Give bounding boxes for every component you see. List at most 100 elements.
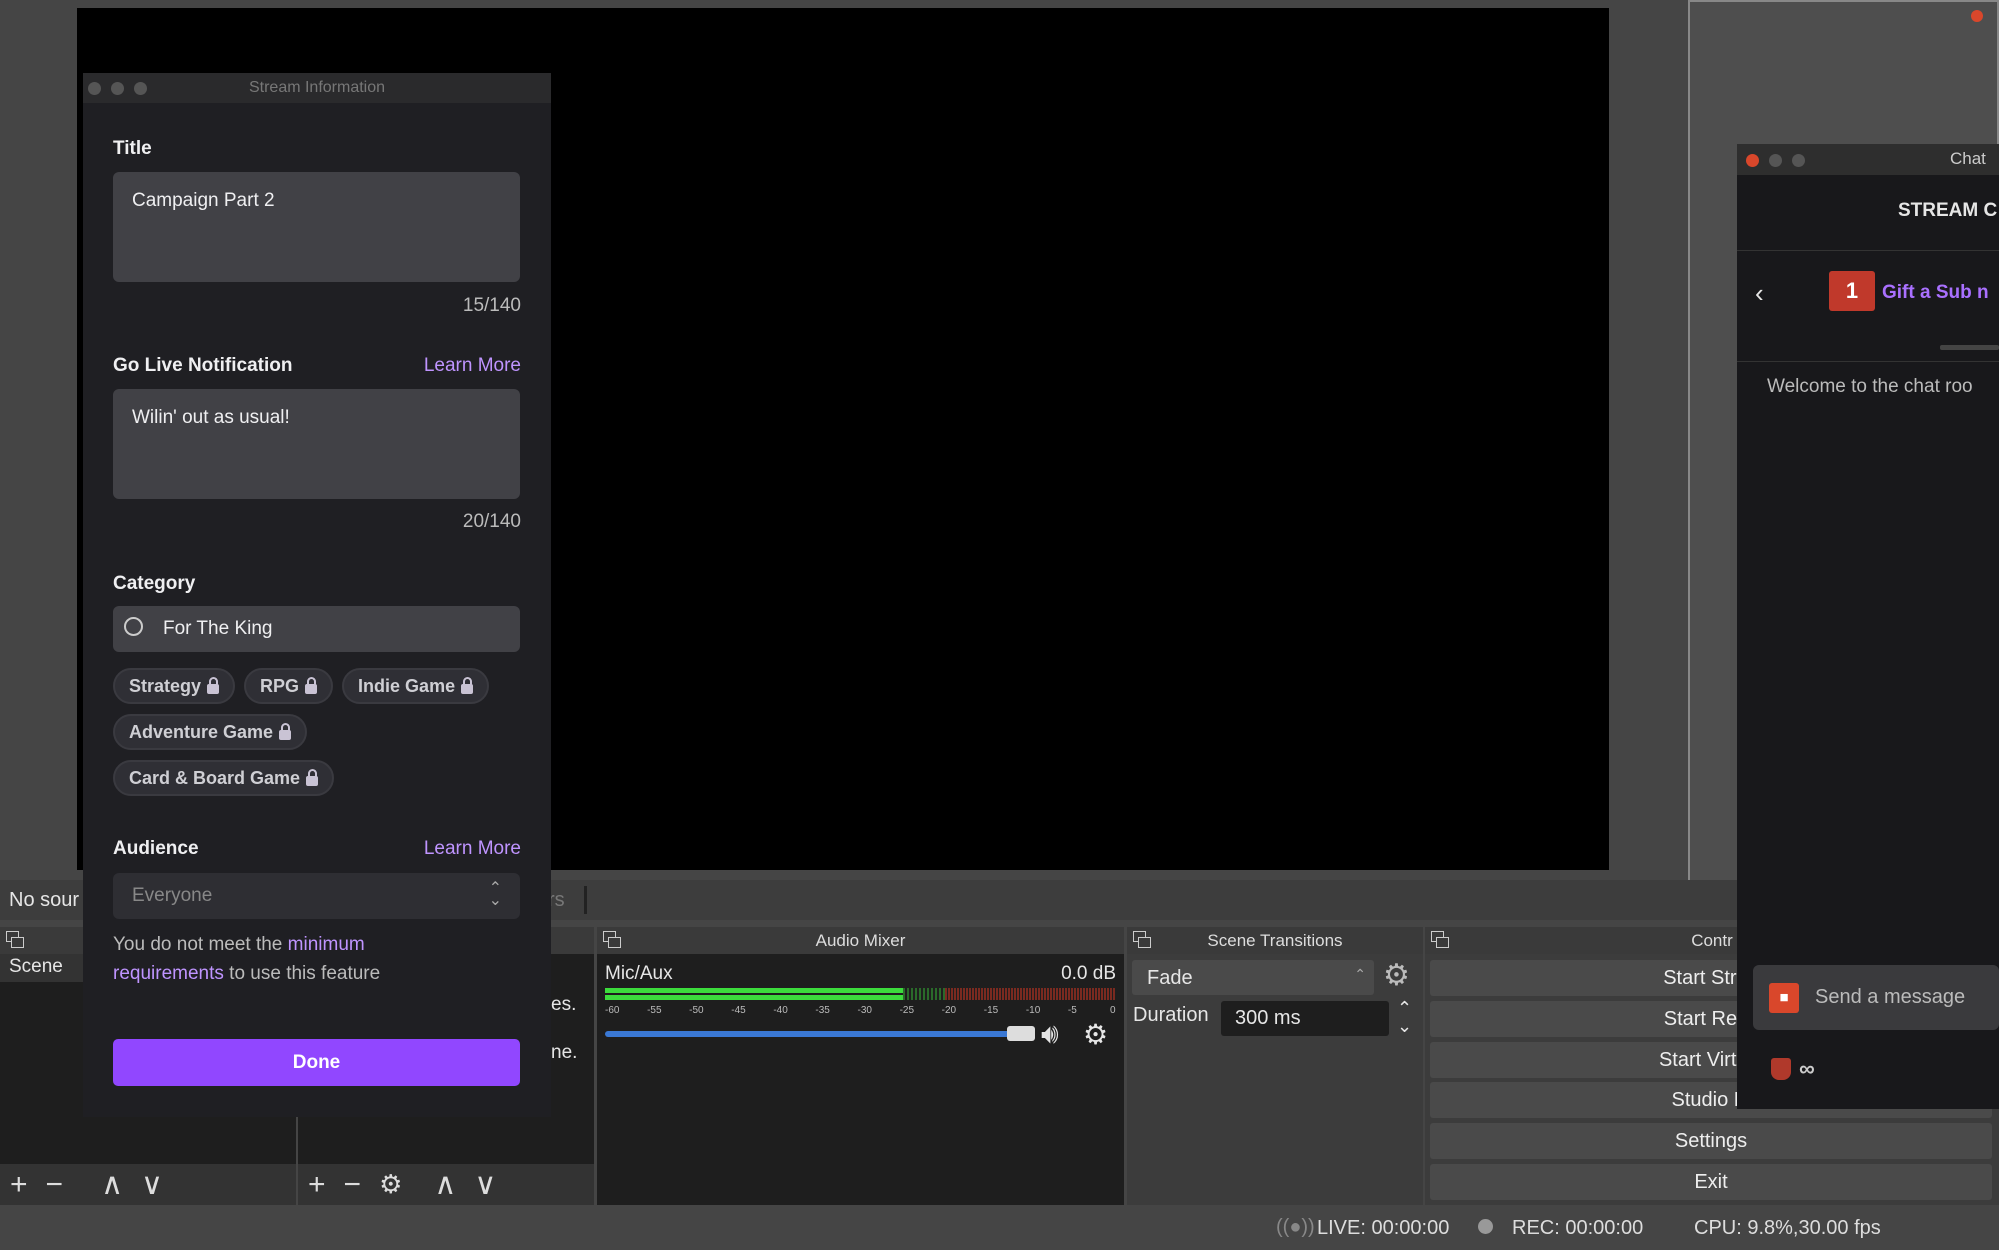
minimize-icon[interactable] xyxy=(1769,154,1782,167)
broadcast-icon: ((●)) xyxy=(1276,1216,1315,1238)
close-dot-icon[interactable] xyxy=(1971,10,1983,22)
gear-icon[interactable]: ⚙ xyxy=(1383,958,1410,993)
notification-input[interactable]: Wilin' out as usual! xyxy=(113,389,520,499)
lock-icon xyxy=(305,676,318,694)
video-camera-icon: ■ xyxy=(1769,983,1799,1013)
tag[interactable]: Adventure Game xyxy=(113,714,308,750)
bits-count: ∞ xyxy=(1799,1056,1815,1081)
move-up-icon[interactable]: ∧ xyxy=(101,1167,123,1202)
speaker-icon[interactable]: 🔊︎ xyxy=(1041,1018,1059,1051)
carousel-scrollbar[interactable] xyxy=(1940,345,1999,350)
tag[interactable]: Indie Game xyxy=(342,668,490,704)
tag-label: RPG xyxy=(260,676,300,696)
sources-hint-text: ne. xyxy=(551,1042,578,1063)
cpu-fps: CPU: 9.8%,30.00 fps xyxy=(1694,1217,1881,1239)
category-label: Category xyxy=(113,573,196,594)
volume-meter xyxy=(605,988,1115,1001)
tag[interactable]: Strategy xyxy=(113,668,236,704)
dialog-title: Stream Information xyxy=(248,79,386,96)
sources-hint-text: es. xyxy=(551,994,577,1015)
message-text: You do not meet the xyxy=(113,934,288,955)
no-source-label: No sour xyxy=(9,889,80,911)
minimize-icon[interactable] xyxy=(111,82,124,95)
settings-button[interactable]: Settings xyxy=(1430,1123,1992,1159)
transition-value: Fade xyxy=(1147,967,1193,989)
undock-icon[interactable] xyxy=(1133,931,1151,949)
category-search-input[interactable]: For The King xyxy=(113,606,520,652)
dock-title: Contr xyxy=(1691,931,1733,950)
sources-toolbar: + − ⚙ ∧ ∨ xyxy=(298,1164,594,1205)
minimum-requirements-link[interactable]: requirements xyxy=(113,963,224,984)
audio-mixer-panel: Mic/Aux 0.0 dB -60 -55 -50 -45 -40 -35 -30 -25-… xyxy=(597,954,1124,1205)
meter-scale-tick: -30 xyxy=(857,1005,872,1016)
live-timer: LIVE: 00:00:00 xyxy=(1317,1217,1450,1239)
meter-scale-tick: -10 xyxy=(1025,1005,1041,1016)
status-bar: ((●)) LIVE: 00:00:00 REC: 00:00:00 CPU: … xyxy=(0,1205,1999,1250)
move-up-icon[interactable]: ∧ xyxy=(434,1167,456,1202)
add-icon[interactable]: + xyxy=(308,1168,326,1202)
minimum-requirements-link[interactable]: minimum xyxy=(288,934,365,955)
meter-scale-tick: -5 xyxy=(1067,1005,1077,1016)
divider xyxy=(1737,250,1999,251)
meter-scale-tick: -15 xyxy=(983,1005,999,1016)
title-input[interactable]: Campaign Part 2 xyxy=(113,172,520,282)
learn-more-link[interactable]: Learn More xyxy=(424,838,521,860)
gear-icon[interactable]: ⚙ xyxy=(379,1169,402,1200)
chat-window-title: Chat xyxy=(1950,149,1986,168)
updown-chevron-icon: ⌃ xyxy=(1354,966,1366,982)
chat-input[interactable]: ■ Send a message xyxy=(1753,965,1999,1030)
chevron-down-icon[interactable]: ⌄ xyxy=(1397,1016,1412,1037)
dialog-titlebar: Stream Information xyxy=(83,73,551,103)
tag-label: Card & Board Game xyxy=(129,768,301,788)
tag[interactable]: Card & Board Game xyxy=(113,760,335,796)
search-icon xyxy=(124,617,143,636)
updown-chevron-icon: ⌃ ⌄ xyxy=(488,880,502,909)
tag-label: Strategy xyxy=(129,676,202,696)
channel-name: Mic/Aux xyxy=(605,963,673,984)
dock-title: Audio Mixer xyxy=(815,931,906,950)
audience-select[interactable]: Everyone ⌃ ⌄ xyxy=(113,873,520,919)
chat-header: STREAM C xyxy=(1898,200,1998,221)
notification-char-count: 20/140 xyxy=(462,511,521,532)
dock-title: Scene Transitions xyxy=(1207,931,1343,950)
meter-scale-tick: -40 xyxy=(773,1005,788,1016)
meter-scale-tick: 0 xyxy=(1110,1005,1116,1016)
close-icon[interactable] xyxy=(88,82,101,95)
meter-scale: -60 -55 -50 -45 -40 -35 -30 -25 -20 -15 -10 -5 0 xyxy=(605,1003,1116,1019)
exit-button[interactable]: Exit xyxy=(1430,1164,1992,1200)
volume-slider[interactable] xyxy=(605,1031,1025,1037)
bits-icon[interactable] xyxy=(1771,1058,1791,1080)
duration-input[interactable]: 300 ms xyxy=(1221,1001,1389,1036)
add-icon[interactable]: + xyxy=(10,1168,28,1202)
transition-select[interactable]: Fade ⌃ xyxy=(1132,960,1374,995)
divider xyxy=(584,886,587,914)
audio-mixer-header: Audio Mixer xyxy=(597,927,1124,954)
scene-transitions-header: Scene Transitions xyxy=(1127,927,1423,954)
tag-label: Indie Game xyxy=(358,676,456,696)
rec-timer: REC: 00:00:00 xyxy=(1512,1217,1644,1239)
tag[interactable]: RPG xyxy=(244,668,334,704)
close-icon[interactable] xyxy=(1746,154,1759,167)
learn-more-link[interactable]: Learn More xyxy=(424,355,521,377)
remove-icon[interactable]: − xyxy=(344,1168,362,1202)
volume-slider-handle[interactable] xyxy=(1007,1026,1035,1041)
gift-sub-link[interactable]: Gift a Sub n xyxy=(1882,282,1989,304)
maximize-icon[interactable] xyxy=(1792,154,1805,167)
meter-scale-tick: -25 xyxy=(899,1005,915,1016)
move-down-icon[interactable]: ∨ xyxy=(474,1167,496,1202)
done-button[interactable]: Done xyxy=(113,1039,520,1086)
gift-icon: 1 xyxy=(1829,271,1875,311)
meter-scale-tick: -45 xyxy=(731,1005,746,1016)
gear-icon[interactable]: ⚙ xyxy=(1083,1018,1108,1051)
undock-icon[interactable] xyxy=(603,931,621,949)
remove-icon[interactable]: − xyxy=(46,1168,64,1202)
meter-scale-tick: -50 xyxy=(689,1005,704,1016)
chevron-left-icon[interactable]: ‹ xyxy=(1755,278,1764,309)
undock-icon[interactable] xyxy=(6,931,24,949)
undock-icon[interactable] xyxy=(1431,931,1449,949)
meter-scale-tick: -55 xyxy=(647,1005,662,1016)
maximize-icon[interactable] xyxy=(134,82,147,95)
move-down-icon[interactable]: ∨ xyxy=(141,1167,163,1202)
tag-list: Strategy RPG Indie Game Adventure Game C… xyxy=(113,668,520,796)
title-label: Title xyxy=(113,138,152,159)
